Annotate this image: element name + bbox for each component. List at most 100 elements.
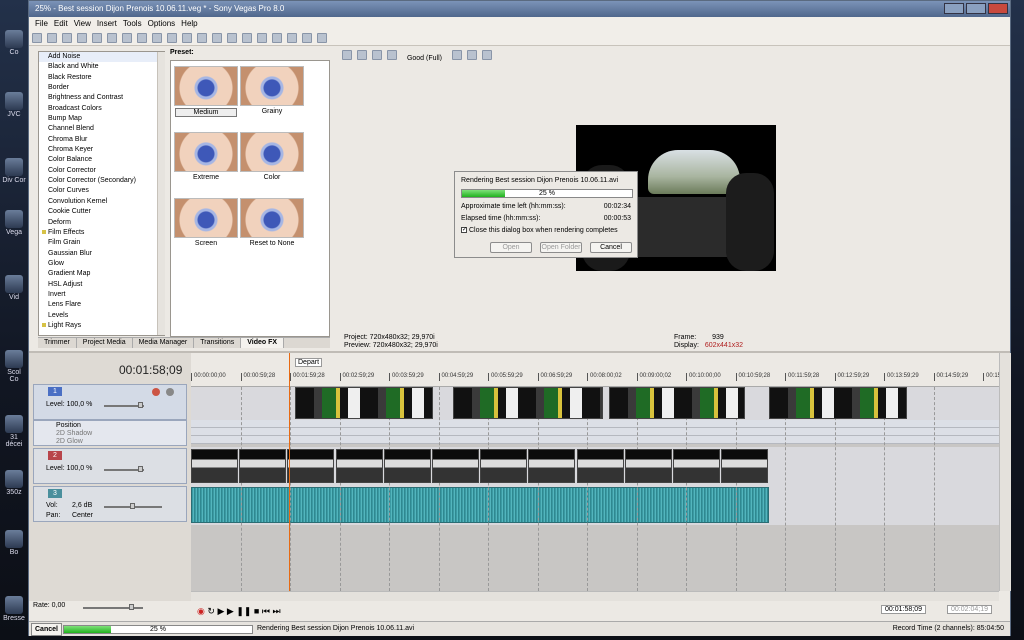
play-from-start-icon[interactable]: ▶ (217, 606, 224, 616)
desktop-icon[interactable]: 31 décei (2, 415, 26, 448)
timeline-horizontal-scrollbar[interactable] (191, 591, 999, 601)
copy-icon[interactable] (107, 33, 117, 43)
fx-list-item[interactable]: Add Noise (39, 52, 164, 63)
redo-icon[interactable] (152, 33, 162, 43)
video-thumbnail-clip[interactable] (239, 449, 287, 483)
menu-view[interactable]: View (74, 19, 91, 28)
pause-icon[interactable]: ❚❚ (236, 606, 251, 616)
video-thumbnail-clip[interactable] (383, 449, 431, 483)
ignore-grouping-icon[interactable] (272, 33, 282, 43)
video-thumbnail-clip[interactable] (432, 449, 479, 483)
preset-tile[interactable]: Grainy (239, 65, 305, 129)
desktop-icon[interactable]: 350z (2, 470, 26, 496)
fx-list-item[interactable]: Chroma Blur (39, 135, 164, 145)
tab-media-manager[interactable]: Media Manager (133, 338, 195, 348)
overlay-video-clip[interactable] (453, 387, 603, 419)
overlay-icon[interactable] (387, 50, 397, 60)
fx-list-item[interactable]: Film Grain (39, 238, 164, 248)
preset-tile[interactable]: Color (239, 131, 305, 195)
video-thumbnail-clip[interactable] (528, 449, 576, 483)
auto-ripple-icon[interactable] (227, 33, 237, 43)
fx-list-item[interactable]: Border (39, 83, 164, 93)
external-monitor-icon[interactable] (357, 50, 367, 60)
video-thumbnail-clip[interactable] (480, 449, 528, 483)
paste-icon[interactable] (122, 33, 132, 43)
fx-list-item[interactable]: Cookie Cutter (39, 207, 164, 217)
lock-envelopes-icon[interactable] (257, 33, 267, 43)
auto-crossfade-icon[interactable] (287, 33, 297, 43)
marker-icon[interactable] (302, 33, 312, 43)
timeline-tracks[interactable] (191, 387, 999, 591)
split-screen-icon[interactable] (372, 50, 382, 60)
desktop-icon[interactable]: Co (2, 30, 26, 56)
go-to-start-icon[interactable]: ⏮ (262, 606, 270, 616)
snap-icon[interactable] (242, 33, 252, 43)
tab-trimmer[interactable]: Trimmer (38, 338, 77, 348)
tab-project-media[interactable]: Project Media (77, 338, 133, 348)
cut-icon[interactable] (92, 33, 102, 43)
video-thumbnail-clip[interactable] (335, 449, 383, 483)
desktop-icon[interactable]: Bresse (2, 596, 26, 622)
fx-list-item[interactable]: Lens Flare (39, 300, 164, 310)
record-icon[interactable]: ◉ (197, 606, 205, 616)
fx-list-item[interactable]: Color Corrector (39, 166, 164, 176)
video-thumbnail-clip[interactable] (576, 449, 624, 483)
cursor-timecode[interactable]: 00:01:58;09 (881, 605, 926, 614)
fx-list-item[interactable]: Color Balance (39, 155, 164, 165)
preset-tile[interactable]: Reset to None (239, 197, 305, 261)
track-1-header[interactable]: 1 Level: 100,0 % (33, 384, 187, 420)
timeline-vertical-scrollbar[interactable] (999, 353, 1011, 591)
copy-snapshot-icon[interactable] (466, 50, 477, 60)
overlay-video-clip[interactable] (295, 387, 433, 419)
fx-list-item[interactable]: Film Effects (39, 228, 164, 238)
desktop-icon[interactable]: Bo (2, 530, 26, 556)
preset-tile[interactable]: Medium (173, 65, 239, 129)
selection-edit-icon[interactable] (197, 33, 207, 43)
desktop-icon[interactable]: Vid (2, 275, 26, 301)
open-button[interactable]: Open (490, 242, 532, 253)
menu-file[interactable]: File (35, 19, 48, 28)
video-thumbnail-clip[interactable] (721, 449, 769, 483)
fx-list-item[interactable]: Deform (39, 218, 164, 228)
open-folder-button[interactable]: Open Folder (540, 242, 582, 253)
fx-list-item[interactable]: Light Rays (39, 321, 164, 331)
track-fx-icon[interactable] (152, 388, 160, 396)
overlay-video-clip[interactable] (609, 387, 745, 419)
fx-list-item[interactable]: Glow (39, 259, 164, 269)
fx-list-item[interactable]: Chroma Keyer (39, 145, 164, 155)
new-icon[interactable] (32, 33, 42, 43)
envelope-edit-icon[interactable] (182, 33, 192, 43)
minimize-button[interactable] (944, 3, 964, 14)
video-thumbnail-clip[interactable] (624, 449, 672, 483)
fx-list-item[interactable]: Levels (39, 311, 164, 321)
fx-list-item[interactable]: Invert (39, 290, 164, 300)
go-to-end-icon[interactable]: ⏭ (273, 606, 281, 616)
volume-slider[interactable] (130, 503, 135, 509)
normal-edit-icon[interactable] (167, 33, 177, 43)
fx-list-item[interactable]: Gradient Map (39, 269, 164, 279)
menu-edit[interactable]: Edit (54, 19, 68, 28)
fx-list-item[interactable]: Broadcast Colors (39, 104, 164, 114)
render-icon[interactable] (317, 33, 327, 43)
timeline-ruler[interactable]: Depart 00:00:00;00 00:00:59;28 00:01:59;28… (191, 353, 1001, 387)
desktop-icon[interactable]: Scol Co (2, 350, 26, 383)
desktop-icon[interactable]: Div Cor (2, 158, 26, 184)
undo-icon[interactable] (137, 33, 147, 43)
status-cancel-button[interactable]: Cancel (31, 623, 62, 636)
preview-settings-icon[interactable] (342, 50, 352, 60)
fx-list-item[interactable]: Color Corrector (Secondary) (39, 176, 164, 186)
fx-list-scrollbar[interactable] (157, 52, 165, 335)
fx-list-item[interactable]: Convolution Kernel (39, 197, 164, 207)
mute-icon[interactable] (166, 388, 174, 396)
fx-list-item[interactable]: Bump Map (39, 114, 164, 124)
close-when-done-row[interactable]: ✓ Close this dialog box when rendering co… (461, 227, 631, 234)
stop-icon[interactable]: ■ (254, 606, 259, 616)
loop-icon[interactable]: ↻ (207, 606, 215, 616)
menu-insert[interactable]: Insert (97, 19, 117, 28)
fx-list-item[interactable]: Gaussian Blur (39, 249, 164, 259)
close-button[interactable] (988, 3, 1008, 14)
fx-list-item[interactable]: Black and White (39, 62, 164, 72)
desktop-icon[interactable]: Vega (2, 210, 26, 236)
overlay-video-clip[interactable] (769, 387, 907, 419)
menu-tools[interactable]: Tools (123, 19, 142, 28)
